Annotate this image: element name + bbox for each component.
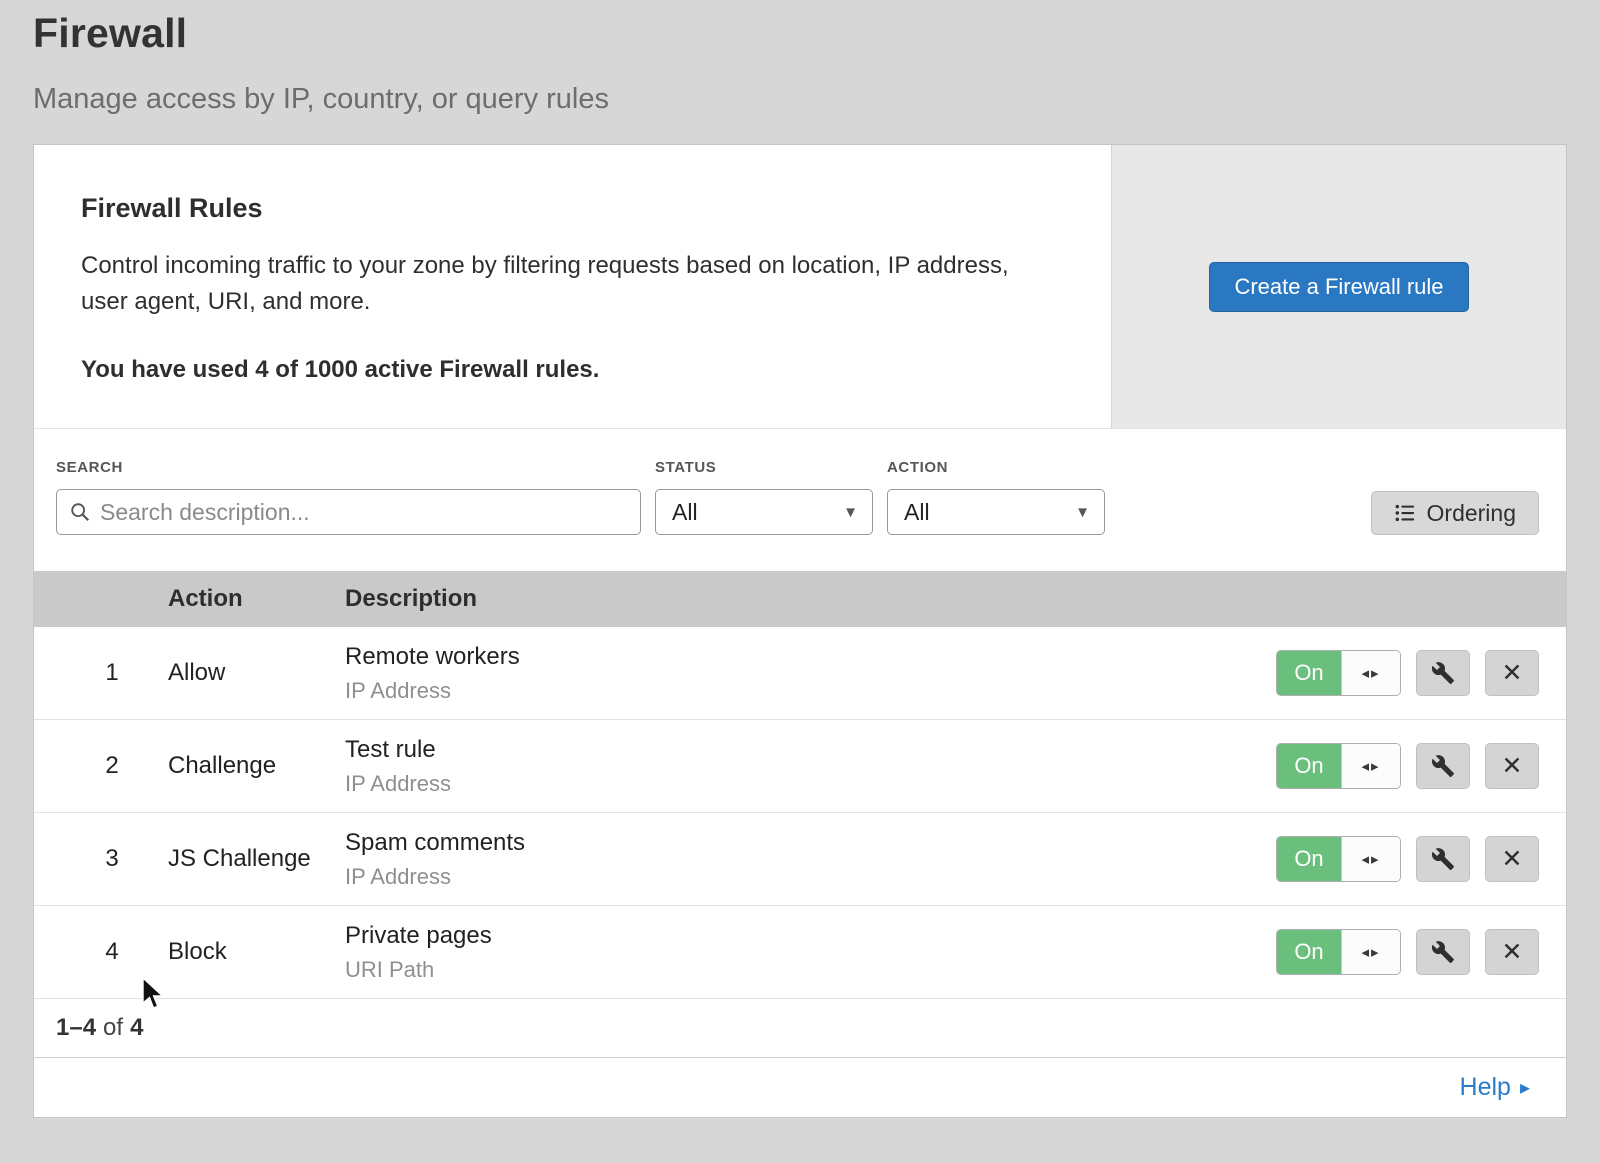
ordering-label: Ordering [1427, 500, 1516, 527]
page-subtitle: Manage access by IP, country, or query r… [33, 83, 1567, 116]
pagination-total: 4 [130, 1014, 143, 1042]
rule-description-cell: Private pages URI Path [345, 922, 1276, 983]
action-column-header: Action [168, 585, 345, 613]
rule-action: Challenge [168, 752, 345, 780]
filters-bar: SEARCH STATUS All ▼ ACTION All [34, 429, 1566, 571]
rule-controls: On ◂▸ ✕ [1276, 650, 1539, 696]
rule-description: Spam comments [345, 829, 1276, 857]
wrench-icon [1431, 940, 1455, 964]
toggle-arrows-icon[interactable]: ◂▸ [1341, 651, 1400, 695]
rule-toggle[interactable]: On ◂▸ [1276, 650, 1401, 696]
rule-number: 4 [56, 938, 168, 966]
rule-description: Remote workers [345, 643, 1276, 671]
toggle-on-label[interactable]: On [1277, 930, 1341, 974]
table-row: 4 Block Private pages URI Path On ◂▸ ✕ [34, 906, 1566, 999]
toggle-arrows-icon[interactable]: ◂▸ [1341, 837, 1400, 881]
search-icon [69, 501, 91, 523]
pagination: 1–4 of 4 [34, 999, 1566, 1057]
table-header: Action Description [34, 571, 1566, 627]
rule-controls: On ◂▸ ✕ [1276, 743, 1539, 789]
rule-match-type: IP Address [345, 771, 1276, 797]
x-icon: ✕ [1502, 661, 1523, 686]
search-box[interactable] [56, 489, 641, 535]
rule-action: Allow [168, 659, 345, 687]
create-rule-panel: Create a Firewall rule [1111, 145, 1566, 428]
wrench-icon [1431, 754, 1455, 778]
rules-intro: Firewall Rules Control incoming traffic … [34, 145, 1111, 428]
edit-rule-button[interactable] [1416, 929, 1470, 975]
rule-toggle[interactable]: On ◂▸ [1276, 929, 1401, 975]
rule-description-cell: Remote workers IP Address [345, 643, 1276, 704]
status-label: STATUS [655, 459, 873, 476]
rule-description-cell: Test rule IP Address [345, 736, 1276, 797]
edit-rule-button[interactable] [1416, 743, 1470, 789]
rule-description: Test rule [345, 736, 1276, 764]
table-row: 2 Challenge Test rule IP Address On ◂▸ ✕ [34, 720, 1566, 813]
action-filter-group: ACTION All ▼ [887, 459, 1105, 535]
ordering-list-icon [1394, 502, 1416, 524]
toggle-on-label[interactable]: On [1277, 837, 1341, 881]
edit-rule-button[interactable] [1416, 836, 1470, 882]
firewall-rules-card: Firewall Rules Control incoming traffic … [33, 144, 1567, 1118]
ordering-button[interactable]: Ordering [1371, 491, 1539, 535]
rule-number: 2 [56, 752, 168, 780]
table-row: 3 JS Challenge Spam comments IP Address … [34, 813, 1566, 906]
delete-rule-button[interactable]: ✕ [1485, 929, 1539, 975]
rule-controls: On ◂▸ ✕ [1276, 929, 1539, 975]
firewall-page: Firewall Manage access by IP, country, o… [0, 0, 1600, 1118]
search-input[interactable] [100, 499, 628, 526]
rule-toggle[interactable]: On ◂▸ [1276, 836, 1401, 882]
status-filter-group: STATUS All ▼ [655, 459, 873, 535]
toggle-on-label[interactable]: On [1277, 651, 1341, 695]
rules-card-description: Control incoming traffic to your zone by… [81, 248, 1031, 320]
help-arrow-icon: ▸ [1520, 1075, 1530, 1100]
delete-rule-button[interactable]: ✕ [1485, 743, 1539, 789]
help-link[interactable]: Help ▸ [1460, 1073, 1530, 1102]
search-filter-group: SEARCH [56, 459, 641, 535]
rules-card-title: Firewall Rules [81, 193, 1071, 224]
rule-number: 1 [56, 659, 168, 687]
rule-controls: On ◂▸ ✕ [1276, 836, 1539, 882]
status-select-value: All [672, 499, 698, 526]
pagination-of: of [103, 1014, 123, 1042]
action-label: ACTION [887, 459, 1105, 476]
search-label: SEARCH [56, 459, 641, 476]
help-label: Help [1460, 1073, 1511, 1102]
toggle-arrows-icon[interactable]: ◂▸ [1341, 744, 1400, 788]
action-select-value: All [904, 499, 930, 526]
chevron-down-icon: ▼ [1075, 504, 1090, 521]
toggle-arrows-icon[interactable]: ◂▸ [1341, 930, 1400, 974]
rules-usage-text: You have used 4 of 1000 active Firewall … [81, 356, 1071, 384]
create-firewall-rule-button[interactable]: Create a Firewall rule [1209, 262, 1468, 312]
page-title: Firewall [33, 10, 1567, 57]
action-select[interactable]: All ▼ [887, 489, 1105, 535]
rule-action: JS Challenge [168, 845, 345, 873]
rule-toggle[interactable]: On ◂▸ [1276, 743, 1401, 789]
rule-match-type: IP Address [345, 678, 1276, 704]
toggle-on-label[interactable]: On [1277, 744, 1341, 788]
status-select[interactable]: All ▼ [655, 489, 873, 535]
wrench-icon [1431, 661, 1455, 685]
rule-number: 3 [56, 845, 168, 873]
rule-action: Block [168, 938, 345, 966]
delete-rule-button[interactable]: ✕ [1485, 650, 1539, 696]
pagination-range: 1–4 [56, 1014, 96, 1042]
x-icon: ✕ [1502, 847, 1523, 872]
rule-description: Private pages [345, 922, 1276, 950]
edit-rule-button[interactable] [1416, 650, 1470, 696]
card-header-section: Firewall Rules Control incoming traffic … [34, 145, 1566, 429]
x-icon: ✕ [1502, 940, 1523, 965]
table-row: 1 Allow Remote workers IP Address On ◂▸ … [34, 627, 1566, 720]
rule-match-type: URI Path [345, 957, 1276, 983]
x-icon: ✕ [1502, 754, 1523, 779]
wrench-icon [1431, 847, 1455, 871]
rule-match-type: IP Address [345, 864, 1276, 890]
delete-rule-button[interactable]: ✕ [1485, 836, 1539, 882]
rule-description-cell: Spam comments IP Address [345, 829, 1276, 890]
description-column-header: Description [345, 585, 1539, 613]
help-row: Help ▸ [34, 1057, 1566, 1117]
chevron-down-icon: ▼ [843, 504, 858, 521]
